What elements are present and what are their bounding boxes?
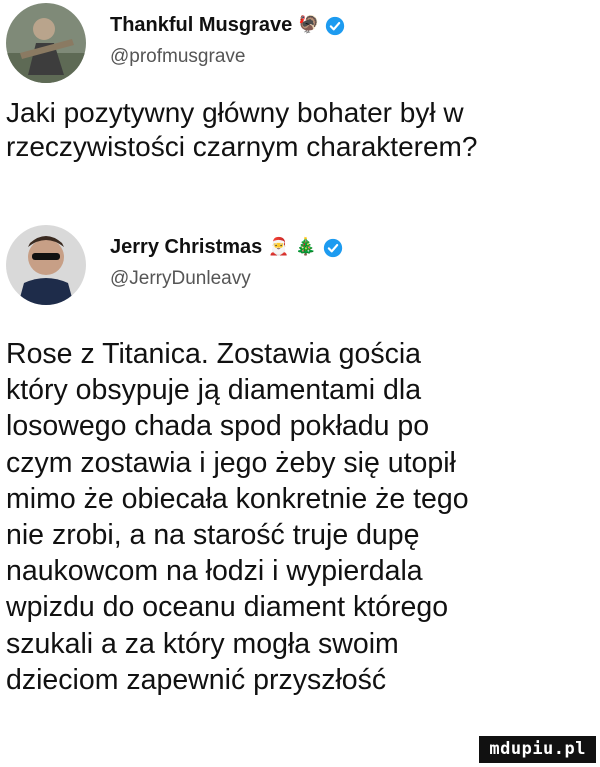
tweet-second: Jerry Christmas 🎅 🎄 @JerryDunleavy Rose … (0, 222, 600, 696)
author-name-row: Thankful Musgrave 🦃 (110, 14, 345, 37)
tweet-text: Jaki pozytywny główny bohater był w rzec… (6, 97, 478, 162)
watermark-logo: mdupiu.pl (479, 736, 596, 763)
author-name[interactable]: Jerry Christmas (110, 236, 262, 259)
tweet-first: Thankful Musgrave 🦃 @profmusgrave Jaki p… (0, 0, 600, 162)
avatar[interactable] (6, 3, 86, 83)
avatar[interactable] (6, 225, 86, 305)
verified-badge-icon (326, 16, 345, 35)
turkey-emoji-icon: 🦃 (298, 15, 320, 35)
author-handle[interactable]: @JerryDunleavy (110, 268, 251, 290)
verified-badge-icon (323, 238, 342, 257)
tweet-header: Jerry Christmas 🎅 🎄 @JerryDunleavy (0, 222, 600, 307)
tweet-header: Thankful Musgrave 🦃 @profmusgrave (0, 0, 600, 85)
tweet-text: Rose z Titanica. Zostawia gościa który o… (6, 338, 469, 696)
author-name[interactable]: Thankful Musgrave (110, 14, 292, 37)
author-handle[interactable]: @profmusgrave (110, 46, 245, 68)
author-name-row: Jerry Christmas 🎅 🎄 (110, 236, 343, 259)
santa-tree-emoji-icon: 🎅 🎄 (268, 237, 317, 257)
